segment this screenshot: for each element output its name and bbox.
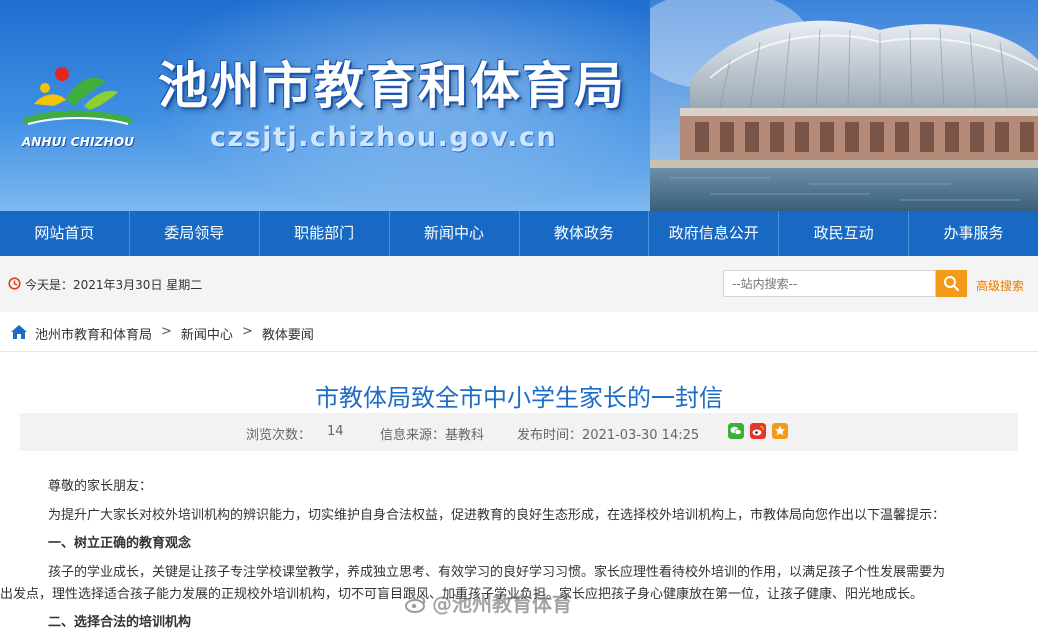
wechat-icon[interactable] (728, 423, 744, 439)
breadcrumb-item-current[interactable]: 教体要闻 (262, 324, 314, 343)
watermark-text: @池州教育体育 (432, 592, 572, 616)
weibo-icon[interactable] (750, 423, 766, 439)
views-count: 14 (327, 424, 344, 439)
utility-bar: 今天是：2021年3月30日 星期二 高级搜索 (0, 256, 1038, 312)
breadcrumb-separator: > (161, 324, 172, 339)
clock-icon (8, 277, 21, 290)
search-button[interactable] (936, 270, 967, 297)
nav-item-interaction[interactable]: 政民互动 (779, 211, 910, 256)
site-domain: czsjtj.chizhou.gov.cn (210, 122, 558, 153)
nav-item-news[interactable]: 新闻中心 (390, 211, 520, 256)
site-title: 池州市教育和体育局 (158, 57, 626, 115)
favorite-icon[interactable] (772, 423, 788, 439)
views-label: 浏览次数： (246, 428, 312, 443)
breadcrumb: 池州市教育和体育局 > 新闻中心 > 教体要闻 (0, 312, 1038, 352)
article-paragraph: 孩子的学业成长，关键是让孩子专注学校课堂教学，养成独立思考、有效学习的良好学习习… (48, 562, 1018, 584)
breadcrumb-trail: 池州市教育和体育局 > 新闻中心 > 教体要闻 (35, 324, 314, 343)
article-meta-bar: 浏览次数： 14 信息来源：基教科 发布时间：2021-03-30 14:25 (20, 413, 1018, 451)
home-icon[interactable] (10, 324, 28, 340)
article-title: 市教体局致全市中小学生家长的一封信 (315, 384, 723, 412)
paragraph-line: 孩子的学业成长，关键是让孩子专注学校课堂教学，养成独立思考、有效学习的良好学习习… (48, 564, 946, 580)
nav-item-affairs[interactable]: 教体政务 (520, 211, 650, 256)
site-search-input[interactable] (723, 270, 936, 297)
nav-item-home[interactable]: 网站首页 (0, 211, 130, 256)
breadcrumb-item-news[interactable]: 新闻中心 (181, 324, 233, 343)
info-source: 信息来源：基教科 (380, 428, 485, 443)
nav-item-leadership[interactable]: 委局领导 (130, 211, 260, 256)
publish-time: 发布时间：2021-03-30 14:25 (517, 428, 700, 443)
nav-item-departments[interactable]: 职能部门 (260, 211, 390, 256)
site-logo[interactable]: ANHUI CHIZHOU (14, 62, 142, 154)
header-banner: ANHUI CHIZHOU 池州市教育和体育局 czsjtj.chizhou.g… (0, 0, 1038, 211)
article-greeting: 尊敬的家长朋友： (48, 479, 153, 494)
article-intro: 为提升广大家长对校外培训机构的辨识能力，切实维护自身合法权益，促进教育的良好生态… (48, 507, 946, 523)
nav-item-services[interactable]: 办事服务 (909, 211, 1038, 256)
stadium-photo (650, 0, 1038, 211)
search-icon (944, 276, 960, 292)
weibo-watermark-icon (405, 596, 426, 613)
logo-emblem-icon (24, 67, 132, 125)
nav-item-info-disclosure[interactable]: 政府信息公开 (649, 211, 780, 256)
current-date: 今天是：2021年3月30日 星期二 (25, 278, 203, 292)
advanced-search-link[interactable]: 高级搜索 (976, 277, 1024, 294)
weibo-watermark: @池州教育体育 (404, 588, 572, 617)
breadcrumb-separator: > (241, 324, 253, 339)
section-heading: 一、树立正确的教育观念 (48, 536, 192, 551)
logo-text: ANHUI CHIZHOU (21, 135, 135, 149)
breadcrumb-item-home[interactable]: 池州市教育和体育局 (35, 324, 152, 343)
main-nav: 网站首页 委局领导 职能部门 新闻中心 教体政务 政府信息公开 政民互动 办事服… (0, 211, 1038, 256)
